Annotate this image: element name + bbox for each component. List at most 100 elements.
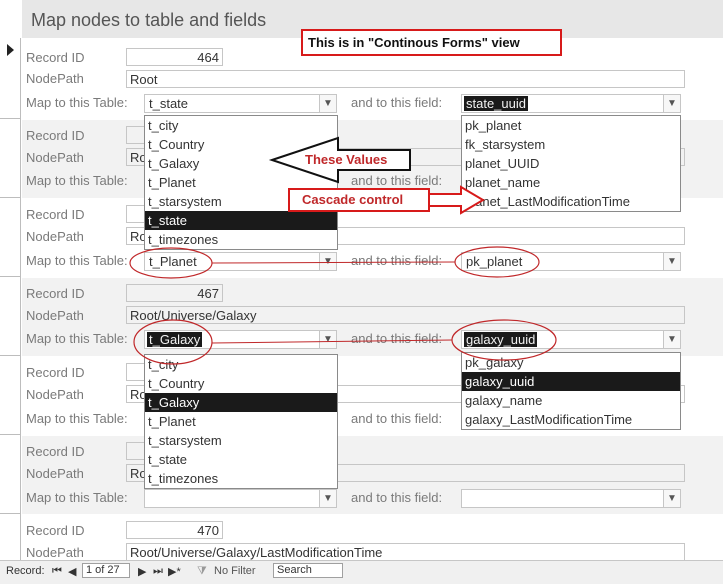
these-values-annotation: These Values: [305, 152, 388, 167]
list-item[interactable]: t_Planet: [145, 173, 337, 192]
table-combo-value: t_Planet: [149, 254, 197, 269]
table-combo[interactable]: ▼: [144, 489, 337, 508]
map-table-label: Map to this Table:: [26, 331, 128, 346]
table-combo-value: t_state: [149, 96, 189, 111]
list-item[interactable]: t_Planet: [145, 412, 337, 431]
list-item[interactable]: pk_planet: [462, 116, 680, 135]
field-combo[interactable]: state_uuid ▼: [461, 94, 681, 113]
list-item[interactable]: pk_galaxy: [462, 353, 680, 372]
field-combo[interactable]: pk_planet ▼: [461, 252, 681, 271]
table-combo[interactable]: t_Planet ▼: [144, 252, 337, 271]
table-combo[interactable]: t_state ▼: [144, 94, 337, 113]
record-selector[interactable]: [0, 355, 20, 435]
list-item[interactable]: t_Country: [145, 374, 337, 393]
last-record-icon[interactable]: ⏭: [153, 565, 163, 578]
chevron-down-icon[interactable]: ▼: [663, 95, 680, 112]
record-selector[interactable]: [0, 118, 20, 198]
record-navigation-bar: Record: ⏮ ◀ 1 of 27 ▶ ⏭ ▶* ⧩ No Filter S…: [0, 560, 723, 584]
chevron-down-icon[interactable]: ▼: [663, 490, 680, 507]
list-item[interactable]: t_state: [145, 450, 337, 469]
map-table-label: Map to this Table:: [26, 95, 128, 110]
list-item[interactable]: galaxy_LastModificationTime: [462, 410, 680, 429]
node-path-label: NodePath: [26, 387, 84, 402]
map-table-label: Map to this Table:: [26, 411, 128, 426]
record-id-field[interactable]: 470: [126, 521, 223, 539]
prev-record-icon[interactable]: ◀: [68, 565, 76, 578]
chevron-down-icon[interactable]: ▼: [319, 95, 336, 112]
record-selector[interactable]: [0, 513, 20, 561]
field-combo-value: pk_planet: [466, 254, 523, 269]
record-id-label: Record ID: [26, 523, 85, 538]
chevron-down-icon[interactable]: ▼: [663, 331, 680, 348]
table-combo[interactable]: t_Galaxy ▼: [144, 330, 337, 349]
list-item-selected[interactable]: galaxy_uuid: [462, 372, 680, 391]
map-field-label: and to this field:: [351, 95, 443, 110]
record-selector[interactable]: [0, 197, 20, 277]
field-combo[interactable]: ▼: [461, 489, 681, 508]
field-dropdown-list: pk_galaxy galaxy_uuid galaxy_name galaxy…: [461, 352, 681, 430]
form-title: Map nodes to table and fields: [31, 10, 267, 30]
node-path-label: NodePath: [26, 71, 84, 86]
map-field-label: and to this field:: [351, 173, 443, 188]
search-input[interactable]: Search: [273, 563, 343, 578]
map-field-label: and to this field:: [351, 490, 443, 505]
record-label: Record:: [6, 565, 45, 577]
no-filter-label[interactable]: No Filter: [214, 565, 256, 577]
list-item[interactable]: t_starsystem: [145, 431, 337, 450]
map-table-label: Map to this Table:: [26, 173, 128, 188]
list-item[interactable]: planet_UUID: [462, 154, 680, 173]
record-id-field[interactable]: 467: [126, 284, 223, 302]
cascade-control-annotation: Cascade control: [302, 192, 404, 207]
list-item[interactable]: planet_LastModificationTime: [462, 192, 680, 211]
record-selector-column: [0, 38, 21, 561]
record-row: Record ID NodePath Ro Map to this Table:…: [22, 436, 723, 514]
map-field-label: and to this field:: [351, 411, 443, 426]
field-combo[interactable]: galaxy_uuid ▼: [461, 330, 681, 349]
table-combo-value: t_Galaxy: [147, 332, 203, 347]
node-path-field[interactable]: Root: [126, 70, 685, 88]
filter-icon[interactable]: ⧩: [197, 565, 207, 578]
record-id-field[interactable]: 464: [126, 48, 223, 66]
field-dropdown-list: pk_planet fk_starsystem planet_UUID plan…: [461, 115, 681, 212]
chevron-down-icon[interactable]: ▼: [663, 253, 680, 270]
record-position-input[interactable]: 1 of 27: [82, 563, 130, 578]
node-path-label: NodePath: [26, 466, 84, 481]
list-item[interactable]: t_timezones: [145, 230, 337, 249]
field-combo-value: galaxy_uuid: [464, 332, 538, 347]
record-id-label: Record ID: [26, 50, 85, 65]
record-selector[interactable]: [0, 276, 20, 356]
map-table-label: Map to this Table:: [26, 253, 128, 268]
list-item-selected[interactable]: t_Galaxy: [145, 393, 337, 412]
record-id-label: Record ID: [26, 207, 85, 222]
map-table-label: Map to this Table:: [26, 490, 128, 505]
list-item[interactable]: t_city: [145, 355, 337, 374]
list-item[interactable]: fk_starsystem: [462, 135, 680, 154]
list-item[interactable]: planet_name: [462, 173, 680, 192]
map-field-label: and to this field:: [351, 331, 443, 346]
list-item[interactable]: galaxy_name: [462, 391, 680, 410]
record-id-label: Record ID: [26, 286, 85, 301]
list-item[interactable]: t_timezones: [145, 469, 337, 488]
table-dropdown-list: t_city t_Country t_Galaxy t_Planet t_sta…: [144, 354, 338, 489]
record-selector[interactable]: [0, 434, 20, 514]
next-record-icon[interactable]: ▶: [138, 565, 146, 578]
field-combo-value: state_uuid: [464, 96, 528, 111]
record-id-label: Record ID: [26, 128, 85, 143]
node-path-label: NodePath: [26, 545, 84, 560]
new-record-icon[interactable]: ▶*: [168, 565, 181, 578]
chevron-down-icon[interactable]: ▼: [319, 331, 336, 348]
view-note: This is in "Continous Forms" view: [301, 29, 562, 56]
record-selector[interactable]: [0, 38, 20, 119]
record-id-label: Record ID: [26, 365, 85, 380]
record-row: Record ID 467 NodePath Root/Universe/Gal…: [22, 278, 723, 356]
first-record-icon[interactable]: ⏮: [52, 565, 62, 578]
node-path-field[interactable]: Root/Universe/Galaxy: [126, 306, 685, 324]
map-field-label: and to this field:: [351, 253, 443, 268]
chevron-down-icon[interactable]: ▼: [319, 253, 336, 270]
list-item[interactable]: t_city: [145, 116, 337, 135]
node-path-label: NodePath: [26, 308, 84, 323]
list-item-selected[interactable]: t_state: [145, 211, 337, 230]
chevron-down-icon[interactable]: ▼: [319, 490, 336, 507]
node-path-label: NodePath: [26, 150, 84, 165]
node-path-field[interactable]: Root/Universe/Galaxy/LastModificationTim…: [126, 543, 685, 561]
